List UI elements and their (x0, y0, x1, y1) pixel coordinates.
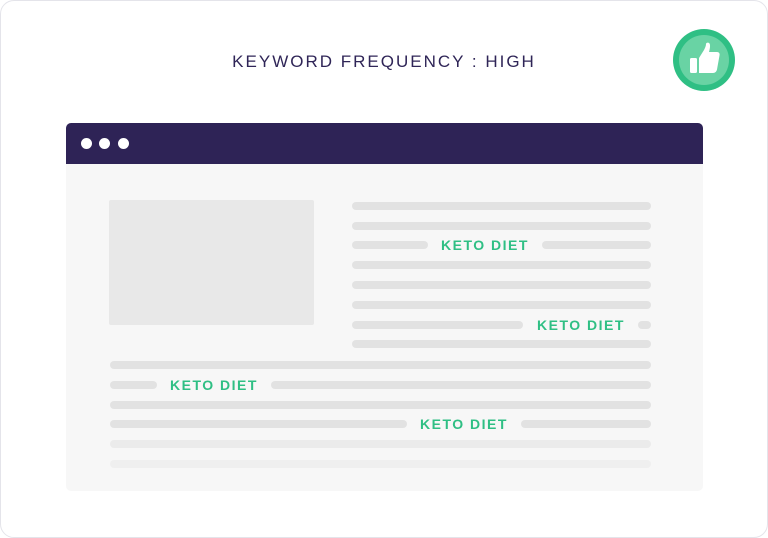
text-line (521, 420, 651, 428)
keyword-highlight: KETO DIET (170, 377, 258, 393)
dot-icon (99, 138, 110, 149)
thumbs-up-icon (673, 29, 735, 91)
text-line (110, 420, 407, 428)
text-line (638, 321, 651, 329)
text-line (352, 301, 651, 309)
text-line (352, 241, 428, 249)
keyword-highlight: KETO DIET (420, 416, 508, 432)
text-line (110, 440, 651, 448)
browser-window: KETO DIET KETO DIET KETO DIET KETO DIET (66, 123, 703, 491)
dot-icon (81, 138, 92, 149)
keyword-highlight: KETO DIET (441, 237, 529, 253)
browser-titlebar (66, 123, 703, 164)
text-line (352, 281, 651, 289)
text-line (110, 381, 157, 389)
text-line (352, 202, 651, 210)
keyword-highlight: KETO DIET (537, 317, 625, 333)
dot-icon (118, 138, 129, 149)
text-line (110, 361, 651, 369)
image-placeholder (109, 200, 314, 325)
text-line (110, 401, 651, 409)
text-line (352, 222, 651, 230)
text-line (271, 381, 651, 389)
text-line (110, 460, 651, 468)
page-title: KEYWORD FREQUENCY : HIGH (232, 52, 536, 71)
text-line (352, 340, 651, 348)
text-line (352, 261, 651, 269)
text-line (542, 241, 651, 249)
text-line (352, 321, 523, 329)
